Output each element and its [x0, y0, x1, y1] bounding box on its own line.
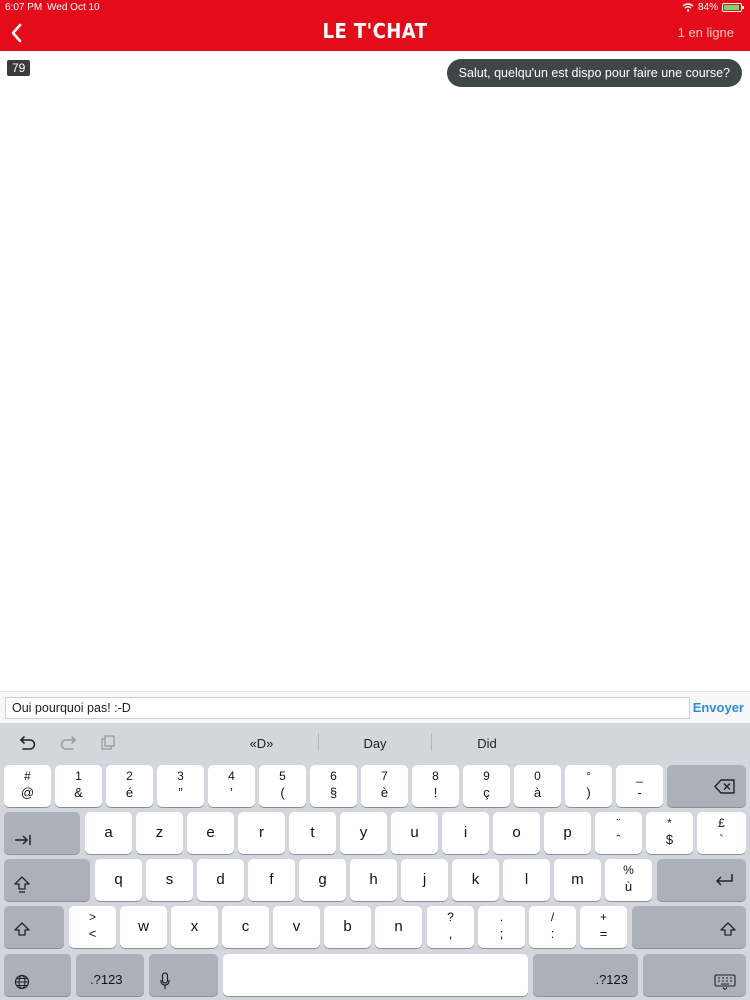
key-o[interactable]: o	[493, 812, 540, 854]
key-u[interactable]: u	[391, 812, 438, 854]
numbers-key-left[interactable]: .?123	[76, 954, 144, 996]
key-p[interactable]: p	[544, 812, 591, 854]
key-4[interactable]: 4’	[208, 765, 255, 807]
key-l[interactable]: l	[503, 859, 550, 901]
key-c[interactable]: c	[222, 906, 269, 948]
suggestion-3[interactable]: Did	[432, 736, 542, 751]
backspace-key[interactable]	[667, 765, 746, 807]
tab-icon	[15, 835, 31, 845]
key-trema[interactable]: ¨ ˆ	[595, 812, 642, 854]
redo-icon[interactable]	[59, 734, 77, 752]
key-j[interactable]: j	[401, 859, 448, 901]
user-count-badge: 79	[7, 60, 31, 76]
message-input[interactable]	[5, 697, 690, 719]
key-9[interactable]: 9ç	[463, 765, 510, 807]
status-time: 6:07 PM	[5, 2, 43, 13]
shift-icon	[720, 922, 736, 936]
key-2[interactable]: 2é	[106, 765, 153, 807]
back-chevron-icon[interactable]	[8, 22, 26, 44]
key-plus-equals[interactable]: + =	[580, 906, 627, 948]
key-k[interactable]: k	[452, 859, 499, 901]
paste-icon[interactable]	[99, 734, 117, 752]
wifi-icon	[682, 3, 694, 12]
suggestion-2[interactable]: Day	[319, 736, 431, 751]
keyboard-dismiss-icon	[714, 974, 736, 990]
suggestion-bar: «D» Day Did	[0, 723, 750, 761]
key-m[interactable]: m	[554, 859, 601, 901]
battery-icon	[722, 3, 744, 12]
key-g[interactable]: g	[299, 859, 346, 901]
suggestion-1[interactable]: «D»	[205, 736, 318, 751]
globe-icon	[14, 974, 30, 990]
status-right: 84%	[682, 2, 744, 13]
key-t[interactable]: t	[289, 812, 336, 854]
key-percent[interactable]: % ù	[605, 859, 652, 901]
key-8[interactable]: 8!	[412, 765, 459, 807]
caps-lock-key[interactable]	[4, 859, 90, 901]
key-q[interactable]: q	[95, 859, 142, 901]
key-3[interactable]: 3”	[157, 765, 204, 807]
status-bar: 6:07 PM Wed Oct 10 84%	[0, 0, 750, 14]
space-bar[interactable]	[223, 954, 528, 996]
key-degree[interactable]: °)	[565, 765, 612, 807]
online-count: 1 en ligne	[677, 25, 734, 40]
key-y[interactable]: y	[340, 812, 387, 854]
key-s[interactable]: s	[146, 859, 193, 901]
key-h[interactable]: h	[350, 859, 397, 901]
backspace-icon	[714, 779, 735, 794]
tab-key[interactable]	[4, 812, 80, 854]
key-r[interactable]: r	[238, 812, 285, 854]
key-b[interactable]: b	[324, 906, 371, 948]
message-bubble: Salut, quelqu'un est dispo pour faire un…	[446, 59, 742, 87]
key-5[interactable]: 5(	[259, 765, 306, 807]
dismiss-keyboard-key[interactable]	[643, 954, 746, 996]
key-7[interactable]: 7è	[361, 765, 408, 807]
key-underscore[interactable]: _ -	[616, 765, 663, 807]
key-e[interactable]: e	[187, 812, 234, 854]
key-w[interactable]: w	[120, 906, 167, 948]
key-star-dollar[interactable]: * $	[646, 812, 693, 854]
key-f[interactable]: f	[248, 859, 295, 901]
chat-area: 79 Salut, quelqu'un est dispo pour faire…	[0, 51, 750, 691]
app-title: LE T'CHAT	[322, 19, 428, 43]
key-hash-at[interactable]: # @	[4, 765, 51, 807]
key-6[interactable]: 6 §	[310, 765, 357, 807]
key-pound[interactable]: £ `	[697, 812, 746, 854]
shift-icon	[14, 922, 30, 936]
return-icon	[716, 874, 733, 886]
undo-icon[interactable]	[19, 734, 37, 752]
key-period-semicolon[interactable]: .;	[478, 906, 525, 948]
status-date: Wed Oct 10	[47, 2, 100, 13]
key-greater-less[interactable]: > <	[69, 906, 116, 948]
shift-key-left[interactable]	[4, 906, 64, 948]
key-i[interactable]: i	[442, 812, 489, 854]
key-z[interactable]: z	[136, 812, 183, 854]
globe-key[interactable]	[4, 954, 71, 996]
key-v[interactable]: v	[273, 906, 320, 948]
shift-key-right[interactable]	[632, 906, 746, 948]
keyboard: «D» Day Did # @ 1 & 2é 3” 4’ 5( 6 § 7è 8! 9…	[0, 723, 750, 1000]
key-slash-colon[interactable]: /:	[529, 906, 576, 948]
battery-percent: 84%	[697, 2, 718, 13]
app-header: 6:07 PM Wed Oct 10 84% LE T'CHAT 1 en li…	[0, 0, 750, 51]
dictation-key[interactable]	[149, 954, 218, 996]
microphone-icon	[160, 972, 170, 989]
composer-bar: Envoyer	[0, 691, 750, 723]
send-button[interactable]: Envoyer	[693, 700, 744, 715]
numbers-key-right[interactable]: .?123	[533, 954, 638, 996]
key-a[interactable]: a	[85, 812, 132, 854]
key-0[interactable]: 0à	[514, 765, 561, 807]
key-1[interactable]: 1 &	[55, 765, 102, 807]
caps-lock-icon	[14, 876, 30, 893]
key-x[interactable]: x	[171, 906, 218, 948]
key-question-comma[interactable]: ?,	[427, 906, 474, 948]
key-n[interactable]: n	[375, 906, 422, 948]
return-key[interactable]	[657, 859, 746, 901]
key-d[interactable]: d	[197, 859, 244, 901]
